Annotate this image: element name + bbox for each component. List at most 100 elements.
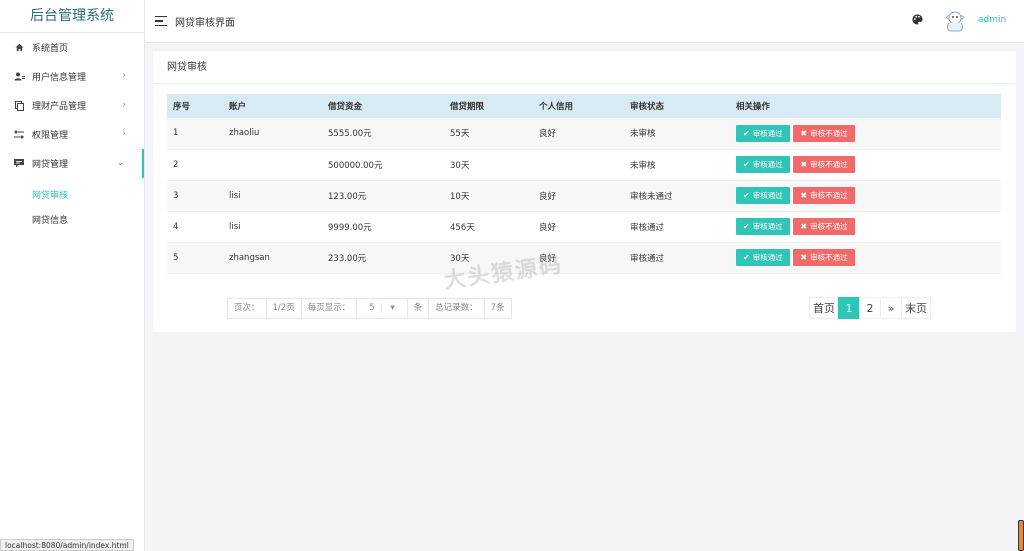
home-icon xyxy=(13,42,25,54)
reject-button[interactable]: ✖ 审核不通过 xyxy=(793,156,855,173)
page-value: 1/2页 xyxy=(267,299,302,318)
cell-account: lisi xyxy=(229,221,241,232)
sidebar-item-permissions[interactable]: 权限管理 › xyxy=(0,120,144,149)
reject-label: 审核不通过 xyxy=(810,128,848,138)
close-icon: ✖ xyxy=(800,253,808,262)
card-title: 网贷审核 xyxy=(153,51,1016,84)
page-button-2[interactable]: 2 xyxy=(859,297,881,319)
cell-credit: 良好 xyxy=(539,222,557,233)
approve-button[interactable]: ✔ 审核通过 xyxy=(736,249,790,266)
cell-term: 55天 xyxy=(450,129,470,140)
loan-review-table: 序号 账户 借贷资金 借贷期限 个人信用 审核状态 相关操作 1 zhaoliu… xyxy=(167,94,1001,274)
cell-term: 10天 xyxy=(450,191,470,202)
cell-amount: 233.00元 xyxy=(328,253,367,264)
users-icon xyxy=(13,71,25,83)
cell-status: 未审核 xyxy=(630,129,656,140)
sidebar-subitem-loan-info[interactable]: 网贷信息 xyxy=(0,207,144,232)
cell-amount: 500000.00元 xyxy=(328,160,383,171)
page-button-1[interactable]: 1 xyxy=(838,297,860,319)
reject-button[interactable]: ✖ 审核不通过 xyxy=(793,124,855,142)
cell-amount: 9999.00元 xyxy=(328,222,372,233)
sidebar-item-label: 理财产品管理 xyxy=(32,102,87,112)
username[interactable]: admin xyxy=(978,15,1006,25)
cell-amount: 123.00元 xyxy=(328,191,367,202)
table-row: 4 lisi 9999.00元 456天 良好 审核通过 ✔ 审核通过 ✖ 审核不通… xyxy=(167,211,1001,242)
per-page-select[interactable]: 5 ▾ xyxy=(357,299,408,318)
approve-label: 审核通过 xyxy=(752,160,783,169)
sidebar-item-home[interactable]: 系统首页 xyxy=(0,33,144,62)
cell-actions: ✔ 审核通过 ✖ 审核不通过 xyxy=(730,211,1001,242)
sidebar-item-products[interactable]: 理财产品管理 › xyxy=(0,91,144,120)
pagination-info: 页次： 1/2页 每页显示： 5 ▾ 条 总记录数： 7条 xyxy=(227,298,512,319)
scrollbar-thumb[interactable] xyxy=(1018,520,1024,551)
approve-label: 审核通过 xyxy=(752,222,783,231)
cell-credit: 良好 xyxy=(539,129,557,140)
column-header: 借贷期限 xyxy=(450,102,485,112)
total-label: 总记录数： xyxy=(429,299,485,318)
sidebar-item-label: 网贷管理 xyxy=(32,160,69,170)
next-page-button[interactable]: » xyxy=(880,297,902,319)
cell-actions: ✔ 审核通过 ✖ 审核不通过 xyxy=(730,180,1001,211)
reject-label: 审核不通过 xyxy=(810,160,848,169)
close-icon: ✖ xyxy=(800,191,808,200)
avatar[interactable] xyxy=(943,9,967,33)
approve-button[interactable]: ✔ 审核通过 xyxy=(736,156,790,173)
check-icon: ✔ xyxy=(743,191,750,200)
chevron-right-icon: › xyxy=(122,71,126,81)
sidebar-subitem-loan-review[interactable]: 网贷审核 xyxy=(0,182,144,207)
cell-account: zhaoliu xyxy=(229,128,260,139)
first-page-button[interactable]: 首页 xyxy=(809,297,839,319)
cell-actions: ✔ 审核通过 ✖ 审核不通过 xyxy=(730,118,1001,149)
cell-id: 5 xyxy=(173,252,179,263)
check-icon: ✔ xyxy=(743,222,750,231)
approve-label: 审核通过 xyxy=(752,191,783,200)
cell-status: 审核通过 xyxy=(630,253,665,264)
close-icon: ✖ xyxy=(800,160,808,169)
approve-button[interactable]: ✔ 审核通过 xyxy=(736,187,790,204)
browser-status-url: localhost:8080/admin/index.html xyxy=(0,539,134,551)
cell-account: zhangsan xyxy=(229,252,270,263)
per-page-value: 5 xyxy=(363,303,382,313)
approve-label: 审核通过 xyxy=(752,128,783,138)
cell-status: 未审核 xyxy=(630,160,656,171)
palette-icon[interactable] xyxy=(912,14,923,28)
cell-status: 审核未通过 xyxy=(630,191,673,202)
column-header: 借贷资金 xyxy=(328,102,363,112)
menu-toggle-icon[interactable] xyxy=(155,15,167,27)
check-icon: ✔ xyxy=(743,128,750,138)
cell-term: 30天 xyxy=(450,160,470,171)
product-icon xyxy=(13,100,25,112)
header: 网贷审核界面 admin xyxy=(145,0,1024,43)
table-header-row: 序号 账户 借贷资金 借贷期限 个人信用 审核状态 相关操作 xyxy=(167,94,1001,118)
table-row: 3 lisi 123.00元 10天 良好 审核未通过 ✔ 审核通过 ✖ 审核不通过 xyxy=(167,180,1001,211)
reject-label: 审核不通过 xyxy=(810,191,848,200)
permission-icon xyxy=(13,129,25,141)
table-row: 1 zhaoliu 5555.00元 55天 良好 未审核 ✔ 审核通过 ✖ 审核不… xyxy=(167,118,1001,149)
page-label: 页次： xyxy=(228,299,267,318)
table-row: 5 zhangsan 233.00元 30天 良好 审核通过 ✔ 审核通过 ✖ 审核… xyxy=(167,242,1001,273)
reject-button[interactable]: ✖ 审核不通过 xyxy=(793,249,855,266)
chevron-right-icon: › xyxy=(122,129,126,139)
cell-credit: 良好 xyxy=(539,191,557,202)
reject-label: 审核不通过 xyxy=(810,222,848,231)
chevron-down-icon: ⌄ xyxy=(116,158,124,168)
approve-button[interactable]: ✔ 审核通过 xyxy=(736,124,790,142)
total-value: 7条 xyxy=(490,303,505,313)
page-title: 网贷审核界面 xyxy=(175,17,235,29)
sidebar-item-users[interactable]: 用户信息管理 › xyxy=(0,62,144,91)
reject-label: 审核不通过 xyxy=(810,253,848,262)
column-header: 相关操作 xyxy=(736,102,771,112)
cell-actions: ✔ 审核通过 ✖ 审核不通过 xyxy=(730,242,1001,273)
table-row: 2 500000.00元 30天 未审核 ✔ 审核通过 ✖ 审核不通过 xyxy=(167,149,1001,180)
reject-button[interactable]: ✖ 审核不通过 xyxy=(793,218,855,235)
cell-account xyxy=(223,149,322,180)
sidebar-item-label: 用户信息管理 xyxy=(32,73,87,83)
content-card: 网贷审核 序号 账户 借贷资金 借贷期限 个人信用 审核状态 相关操作 1 zh… xyxy=(153,51,1016,332)
reject-button[interactable]: ✖ 审核不通过 xyxy=(793,187,855,204)
sidebar-item-loans[interactable]: 网贷管理 ⌄ xyxy=(0,149,144,178)
last-page-button[interactable]: 末页 xyxy=(901,297,931,319)
cell-id: 4 xyxy=(173,221,179,232)
approve-button[interactable]: ✔ 审核通过 xyxy=(736,218,790,235)
check-icon: ✔ xyxy=(743,160,750,169)
cell-actions: ✔ 审核通过 ✖ 审核不通过 xyxy=(730,149,1001,180)
